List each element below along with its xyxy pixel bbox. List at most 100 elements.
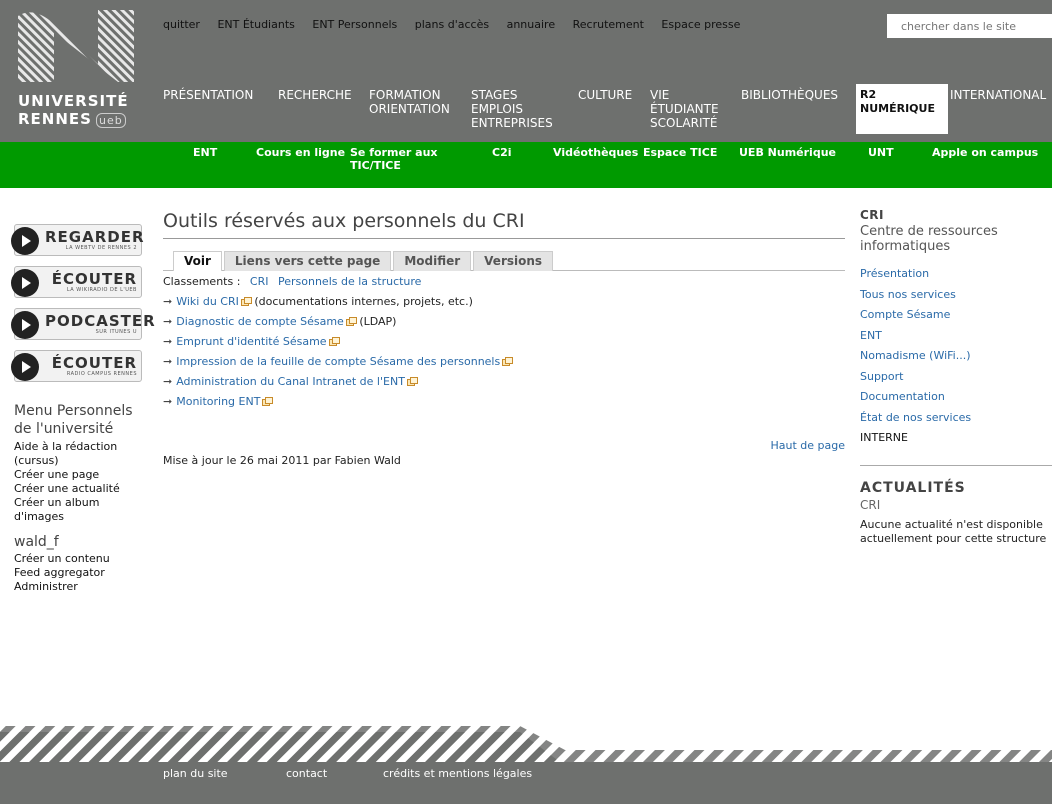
nav-vie-etudiante[interactable]: VIE ÉTUDIANTE SCOLARITÉ bbox=[650, 88, 730, 130]
cri-heading: CRI bbox=[860, 208, 885, 222]
right-item-etat[interactable]: État de nos services bbox=[860, 408, 1052, 429]
ecouter-sub: LA WIKIRADIO DE L'UEB bbox=[66, 287, 137, 293]
link-monitoring[interactable]: Monitoring ENT bbox=[176, 395, 260, 408]
main-content: Outils réservés aux personnels du CRI Vo… bbox=[163, 210, 845, 467]
secondary-nav-videotheques[interactable]: Vidéothèques bbox=[553, 146, 638, 159]
back-to-top-link[interactable]: Haut de page bbox=[770, 439, 845, 452]
link-impression[interactable]: Impression de la feuille de compte Sésam… bbox=[176, 355, 500, 368]
secondary-nav: ENT Cours en ligne Se former aux TIC/TIC… bbox=[0, 142, 1052, 188]
list-item: ➞ Emprunt d'identité Sésame bbox=[163, 332, 845, 352]
external-link-icon bbox=[406, 377, 418, 386]
classement-cri[interactable]: CRI bbox=[250, 275, 269, 288]
regarder-label: REGARDER bbox=[45, 228, 145, 246]
search-input[interactable] bbox=[887, 14, 1052, 38]
arrow-right-icon: ➞ bbox=[163, 355, 173, 368]
top-link-espace-presse[interactable]: Espace presse bbox=[661, 18, 740, 31]
link-diagnostic[interactable]: Diagnostic de compte Sésame bbox=[176, 315, 344, 328]
arrow-right-icon: ➞ bbox=[163, 315, 173, 328]
list-item: ➞ Diagnostic de compte Sésame (LDAP) bbox=[163, 312, 845, 332]
nav-presentation[interactable]: PRÉSENTATION bbox=[163, 88, 253, 102]
page-tabs: Voir Liens vers cette page Modifier Version… bbox=[173, 251, 845, 271]
top-links: quitter ENT Étudiants ENT Personnels pla… bbox=[163, 18, 754, 31]
left-menu-aide[interactable]: Aide à la rédaction (cursus) bbox=[14, 440, 144, 468]
left-menu-creer-actualite[interactable]: Créer une actualité bbox=[14, 482, 144, 496]
play-icon bbox=[11, 227, 39, 255]
nav-formation[interactable]: FORMATION ORIENTATION bbox=[369, 88, 461, 116]
external-link-icon bbox=[345, 317, 357, 326]
tab-liens[interactable]: Liens vers cette page bbox=[223, 251, 392, 271]
nav-international[interactable]: INTERNATIONAL bbox=[950, 88, 1046, 102]
secondary-nav-se-former[interactable]: Se former aux TIC/TICE bbox=[350, 146, 440, 172]
secondary-nav-apple[interactable]: Apple on campus bbox=[932, 146, 1038, 159]
actualites-empty-text: Aucune actualité n'est disponible actuel… bbox=[860, 517, 1047, 545]
top-link-quitter[interactable]: quitter bbox=[163, 18, 200, 31]
ecouter-radio-button[interactable]: ÉCOUTER RADIO CAMPUS RENNES bbox=[11, 350, 142, 382]
secondary-nav-espace-tice[interactable]: Espace TICE bbox=[643, 146, 717, 159]
top-link-ent-personnels[interactable]: ENT Personnels bbox=[312, 18, 397, 31]
classements-label: Classements : bbox=[163, 275, 241, 288]
arrow-right-icon: ➞ bbox=[163, 335, 173, 348]
left-menu: Menu Personnels de l'université Aide à l… bbox=[14, 402, 144, 594]
left-menu-creer-contenu[interactable]: Créer un contenu bbox=[14, 552, 144, 566]
list-item: ➞ Administration du Canal Intranet de l'E… bbox=[163, 372, 845, 392]
right-item-presentation[interactable]: Présentation bbox=[860, 264, 1052, 285]
nav-stages[interactable]: STAGES EMPLOIS ENTREPRISES bbox=[471, 88, 566, 130]
ecouter-wikiradio-button[interactable]: ÉCOUTER LA WIKIRADIO DE L'UEB bbox=[11, 266, 142, 298]
list-item: ➞ Impression de la feuille de compte Sésa… bbox=[163, 352, 845, 372]
ecouter-label: ÉCOUTER bbox=[51, 270, 137, 288]
left-menu-creer-album[interactable]: Créer un album d'images bbox=[14, 496, 144, 524]
nav-bibliotheques[interactable]: BIBLIOTHÈQUES bbox=[741, 88, 838, 102]
secondary-nav-ent[interactable]: ENT bbox=[193, 146, 217, 159]
footer-link-credits[interactable]: crédits et mentions légales bbox=[383, 767, 532, 780]
external-link-icon bbox=[262, 397, 274, 406]
footer-link-contact[interactable]: contact bbox=[286, 767, 327, 780]
secondary-nav-c2i[interactable]: C2i bbox=[492, 146, 512, 159]
footer-stripes-decoration bbox=[0, 726, 1052, 762]
nav-culture[interactable]: CULTURE bbox=[578, 88, 632, 102]
link-administration[interactable]: Administration du Canal Intranet de l'EN… bbox=[176, 375, 405, 388]
site-footer: plan du site contact crédits et mentions… bbox=[0, 762, 1052, 804]
ecouter-radio-sub: RADIO CAMPUS RENNES bbox=[66, 371, 137, 377]
podcaster-label: PODCASTER bbox=[45, 312, 156, 330]
link-emprunt[interactable]: Emprunt d'identité Sésame bbox=[176, 335, 326, 348]
secondary-nav-unt[interactable]: UNT bbox=[868, 146, 894, 159]
link-wiki-cri[interactable]: Wiki du CRI bbox=[176, 295, 239, 308]
top-link-recrutement[interactable]: Recrutement bbox=[573, 18, 644, 31]
arrow-right-icon: ➞ bbox=[163, 375, 173, 388]
left-menu-administrer[interactable]: Administrer bbox=[14, 580, 144, 594]
tab-versions[interactable]: Versions bbox=[473, 251, 554, 271]
right-item-ent[interactable]: ENT bbox=[860, 326, 1052, 347]
username: wald_f bbox=[14, 534, 59, 550]
right-item-compte-sesame[interactable]: Compte Sésame bbox=[860, 305, 1052, 326]
arrow-right-icon: ➞ bbox=[163, 295, 173, 308]
page-title: Outils réservés aux personnels du CRI bbox=[163, 210, 845, 239]
secondary-nav-cours[interactable]: Cours en ligne bbox=[256, 146, 345, 159]
right-item-services[interactable]: Tous nos services bbox=[860, 285, 1052, 306]
left-menu-creer-page[interactable]: Créer une page bbox=[14, 468, 144, 482]
top-link-ent-etudiants[interactable]: ENT Étudiants bbox=[217, 18, 294, 31]
external-link-icon bbox=[502, 357, 514, 366]
classement-personnels[interactable]: Personnels de la structure bbox=[278, 275, 421, 288]
podcaster-sub: SUR ITUNES U bbox=[95, 329, 137, 335]
divider bbox=[860, 464, 1052, 466]
tab-voir[interactable]: Voir bbox=[173, 251, 222, 271]
logo-stripes-icon bbox=[18, 10, 134, 82]
actualites-heading: ACTUALITÉS bbox=[860, 479, 966, 496]
tab-modifier[interactable]: Modifier bbox=[393, 251, 472, 271]
nav-r2-numerique[interactable]: R2 NUMÉRIQUE bbox=[856, 84, 948, 134]
right-item-nomadisme[interactable]: Nomadisme (WiFi...) bbox=[860, 346, 1052, 367]
podcaster-button[interactable]: PODCASTER SUR ITUNES U bbox=[11, 308, 156, 340]
right-item-support[interactable]: Support bbox=[860, 367, 1052, 388]
play-icon bbox=[11, 269, 39, 297]
right-item-documentation[interactable]: Documentation bbox=[860, 387, 1052, 408]
footer-link-plan[interactable]: plan du site bbox=[163, 767, 228, 780]
classements: Classements : CRI Personnels de la struc… bbox=[163, 275, 845, 288]
main-nav: PRÉSENTATION RECHERCHE FORMATION ORIENTA… bbox=[0, 84, 1052, 134]
regarder-button[interactable]: REGARDER LA WEBTV DE RENNES 2 bbox=[11, 224, 145, 256]
right-item-interne[interactable]: INTERNE bbox=[860, 428, 1052, 449]
top-link-annuaire[interactable]: annuaire bbox=[507, 18, 556, 31]
nav-recherche[interactable]: RECHERCHE bbox=[278, 88, 352, 102]
secondary-nav-ueb[interactable]: UEB Numérique bbox=[739, 146, 836, 159]
left-menu-feed-aggregator[interactable]: Feed aggregator bbox=[14, 566, 144, 580]
top-link-plans[interactable]: plans d'accès bbox=[415, 18, 489, 31]
